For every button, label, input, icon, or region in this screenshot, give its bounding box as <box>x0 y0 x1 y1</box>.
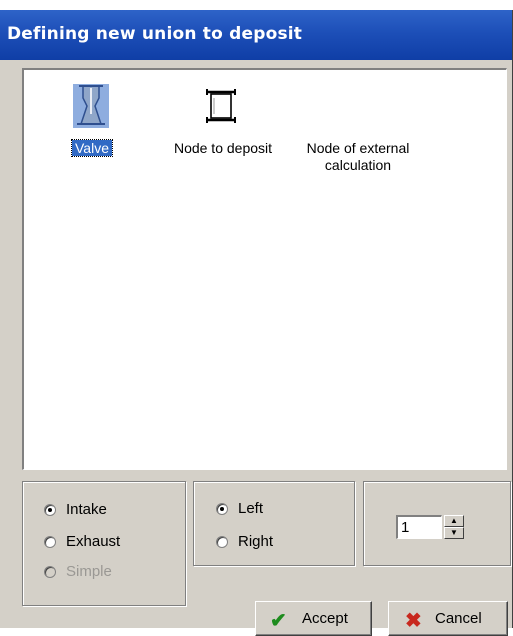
checkmark-icon: ✔ <box>270 610 287 632</box>
list-item-node-to-deposit[interactable]: Node to deposit <box>159 84 287 164</box>
title-bar[interactable]: Defining new union to deposit <box>0 10 512 60</box>
radio-indicator <box>44 504 56 516</box>
list-item-label: Valve <box>71 139 113 157</box>
list-item-label: Node of external <box>306 140 410 156</box>
accept-button[interactable]: ✔ Accept <box>255 601 372 636</box>
list-item-valve[interactable]: Valve <box>58 84 128 164</box>
cancel-button[interactable]: ✖ Cancel <box>388 601 508 636</box>
window-title: Defining new union to deposit <box>7 24 303 44</box>
radio-indicator <box>216 503 228 515</box>
list-item-label: Node to deposit <box>173 140 273 156</box>
list-item-label-line2: calculation <box>324 157 392 173</box>
radio-indicator <box>44 536 56 548</box>
radio-indicator <box>44 566 56 578</box>
dialog-window: Defining new union to deposit Valve Node… <box>0 10 513 636</box>
cross-icon: ✖ <box>405 610 422 632</box>
radio-indicator <box>216 536 228 548</box>
count-input[interactable]: 1 <box>396 515 442 539</box>
valve-icon <box>73 84 109 128</box>
union-type-list[interactable]: Valve Node to deposit Node of external c… <box>22 68 507 470</box>
side-group <box>193 481 355 566</box>
stepper-down-button[interactable]: ▼ <box>444 527 464 539</box>
count-stepper: ▲ ▼ <box>444 515 464 539</box>
list-item-node-external-calculation[interactable]: Node of external calculation <box>292 84 424 184</box>
stepper-up-button[interactable]: ▲ <box>444 515 464 527</box>
node-deposit-icon <box>206 89 236 123</box>
